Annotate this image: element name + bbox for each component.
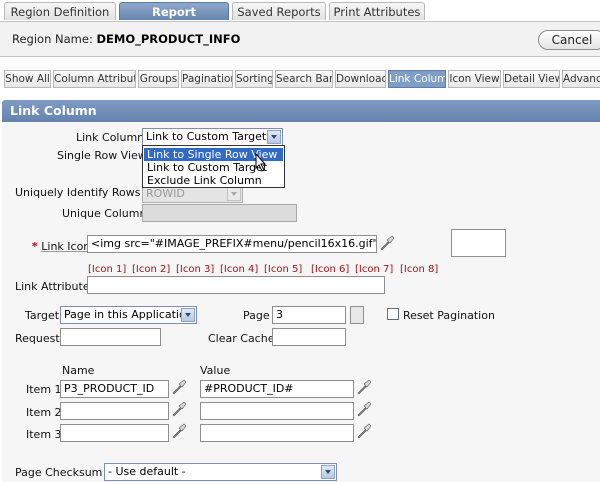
subtab-search-bar[interactable]: Search Bar: [275, 70, 333, 88]
flashlight-icon[interactable]: [356, 423, 372, 439]
item-2-name-input[interactable]: [60, 402, 169, 420]
item-3-value-input[interactable]: [200, 424, 354, 442]
target-label: Target: [25, 309, 60, 322]
subtab-pagination[interactable]: Pagination: [181, 70, 233, 88]
icon-link-2[interactable]: [Icon 2]: [132, 264, 170, 275]
target-select[interactable]: Page in this Application: [60, 306, 197, 324]
item-2-label: Item 2: [26, 406, 62, 419]
tab-saved-reports[interactable]: Saved Reports: [232, 2, 326, 20]
icon-link-8[interactable]: [Icon 8]: [400, 264, 438, 275]
flashlight-icon[interactable]: [171, 379, 187, 395]
chevron-down-icon[interactable]: [267, 130, 281, 144]
section-header: Link Column: [2, 100, 600, 122]
icon-link-6[interactable]: [Icon 6]: [311, 264, 349, 275]
flashlight-icon[interactable]: [379, 235, 395, 251]
single-row-view-label: Single Row View: [57, 149, 147, 162]
link-attributes-label: Link Attributes: [15, 280, 96, 293]
flashlight-icon[interactable]: [356, 401, 372, 417]
name-column-header: Name: [62, 364, 95, 377]
reset-pagination-label: Reset Pagination: [403, 309, 495, 322]
subtab-show-all[interactable]: Show All: [4, 70, 51, 88]
subtab-groups[interactable]: Groups: [138, 70, 179, 88]
link-column-select[interactable]: Link to Custom Target: [142, 128, 283, 146]
subtab-column-attributes[interactable]: Column Attributes: [53, 70, 136, 88]
clear-cache-label: Clear Cache: [208, 332, 275, 345]
required-icon: *: [32, 240, 38, 253]
top-tab-bar: Region Definition Report Attributes Save…: [0, 0, 600, 37]
unique-column-label: Unique Column: [62, 207, 147, 220]
page-lookup-button[interactable]: [350, 306, 364, 324]
chevron-down-icon[interactable]: [181, 308, 195, 322]
item-1-label: Item 1: [26, 383, 62, 396]
page-label: Page: [243, 309, 270, 322]
subtab-detail-view[interactable]: Detail View: [503, 70, 560, 88]
icon-preview-box: [451, 229, 506, 257]
item-3-label: Item 3: [26, 428, 62, 441]
page-checksum-selected: - Use default -: [108, 465, 186, 478]
tab-region-definition[interactable]: Region Definition: [4, 2, 116, 20]
flashlight-icon[interactable]: [171, 423, 187, 439]
icon-link-5[interactable]: [Icon 5]: [264, 264, 302, 275]
item-3-name-input[interactable]: [60, 424, 169, 442]
icon-link-3[interactable]: [Icon 3]: [176, 264, 214, 275]
uniquely-identify-selected: ROWID: [146, 187, 185, 200]
link-column-selected: Link to Custom Target: [146, 130, 267, 143]
chevron-down-icon[interactable]: [321, 465, 335, 479]
page-input[interactable]: 3: [272, 306, 346, 324]
flashlight-icon[interactable]: [171, 401, 187, 417]
subtab-advanced[interactable]: Advanc: [562, 70, 600, 88]
icon-link-4[interactable]: [Icon 4]: [220, 264, 258, 275]
clear-cache-input[interactable]: [272, 328, 346, 346]
region-name-label: Region Name:: [12, 32, 93, 46]
subtab-sorting[interactable]: Sorting: [235, 70, 273, 88]
region-name-value: DEMO_PRODUCT_INFO: [96, 32, 241, 46]
sub-tab-bar: Show All Column Attributes Groups Pagina…: [0, 70, 600, 90]
chevron-down-icon: [227, 187, 241, 201]
icon-link-7[interactable]: [Icon 7]: [355, 264, 393, 275]
tab-report-attributes[interactable]: Report Attributes: [119, 2, 229, 37]
region-bar: Region Name: DEMO_PRODUCT_INFO Cancel: [0, 21, 600, 57]
link-icon-label: Link Icon: [41, 240, 91, 253]
target-selected: Page in this Application: [64, 308, 193, 321]
link-icon-input[interactable]: <img src="#IMAGE_PREFIX#menu/pencil16x16…: [87, 235, 377, 253]
tab-print-attributes[interactable]: Print Attributes: [329, 2, 425, 20]
request-label: Request: [15, 332, 60, 345]
item-1-name-input[interactable]: P3_PRODUCT_ID: [60, 380, 169, 398]
subtab-link-column[interactable]: Link Column: [388, 70, 446, 88]
reset-pagination-checkbox[interactable]: [387, 308, 399, 320]
link-icon-label-wrap: * Link Icon: [32, 240, 90, 253]
mouse-pointer-icon: [255, 153, 267, 172]
request-input[interactable]: [60, 328, 161, 346]
item-2-value-input[interactable]: [200, 402, 354, 420]
cancel-button[interactable]: Cancel: [538, 30, 600, 50]
subtab-download[interactable]: Download: [335, 70, 386, 88]
link-attributes-input[interactable]: [87, 276, 385, 294]
unique-column-input: [142, 204, 297, 222]
page-checksum-label: Page Checksum: [15, 466, 103, 479]
item-1-value-input[interactable]: #PRODUCT_ID#: [200, 380, 354, 398]
icon-link-1[interactable]: [Icon 1]: [88, 264, 126, 275]
value-column-header: Value: [200, 364, 231, 377]
dropdown-option-exclude[interactable]: Exclude Link Column: [144, 174, 283, 187]
region-name: Region Name: DEMO_PRODUCT_INFO: [12, 32, 240, 46]
uniquely-identify-label: Uniquely Identify Rows by: [15, 186, 158, 199]
flashlight-icon[interactable]: [356, 379, 372, 395]
subtab-icon-view[interactable]: Icon View: [448, 70, 501, 88]
link-column-label: Link Column: [76, 131, 145, 144]
page-checksum-select[interactable]: - Use default -: [104, 463, 337, 481]
section-title: Link Column: [10, 103, 97, 118]
